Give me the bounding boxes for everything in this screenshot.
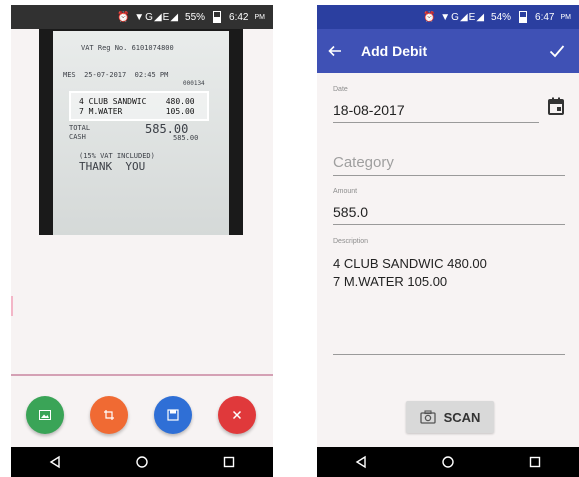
status-icons: ⏰ ▼G◢E◢	[117, 11, 180, 23]
add-debit-screen: ⏰ ▼G◢E◢ 54% 6:47 PM Add Debit Date 18-08…	[317, 5, 579, 477]
back-triangle-icon	[49, 455, 60, 469]
arrow-left-icon	[328, 45, 341, 57]
battery-percent: 55%	[185, 11, 206, 23]
recents-square-icon	[530, 456, 541, 468]
status-time: 6:47	[535, 11, 555, 23]
status-bar: ⏰ ▼G◢E◢ 55% 6:42 PM	[11, 5, 273, 29]
category-field[interactable]: Category	[333, 154, 394, 171]
status-ampm: PM	[560, 13, 572, 21]
battery-icon	[519, 11, 528, 23]
nav-back-button[interactable]	[45, 452, 65, 472]
back-triangle-icon	[355, 455, 366, 469]
status-icons: ⏰ ▼G◢E◢	[423, 11, 486, 23]
date-picker-button[interactable]	[546, 95, 566, 117]
receipt-paper: VAT Reg No. 6101074800 MES 25-07-2017 02…	[53, 31, 229, 235]
save-icon	[167, 409, 179, 421]
calendar-icon	[548, 97, 564, 115]
gallery-icon	[39, 410, 51, 420]
nav-recents-button[interactable]	[219, 452, 239, 472]
text-cursor	[11, 296, 13, 316]
description-line: 4 CLUB SANDWIC 480.00	[333, 256, 487, 271]
receipt-line: MES 25-07-2017 02:45 PM	[63, 71, 169, 79]
scan-screen: ⏰ ▼G◢E◢ 55% 6:42 PM VAT Reg No. 61010748…	[11, 5, 273, 477]
amount-underline	[333, 224, 565, 225]
check-icon	[549, 45, 565, 58]
status-ampm: PM	[254, 13, 266, 21]
receipt-line: 000134	[183, 80, 205, 87]
back-button[interactable]	[317, 29, 353, 73]
receipt-line: 585.00	[173, 134, 199, 142]
save-button[interactable]	[154, 396, 192, 434]
system-nav-bar	[317, 447, 579, 477]
confirm-button[interactable]	[543, 29, 571, 73]
close-icon	[232, 410, 242, 420]
battery-icon	[213, 11, 222, 23]
amount-label: Amount	[333, 188, 358, 195]
recents-square-icon	[224, 456, 235, 468]
home-circle-icon	[442, 456, 454, 468]
app-bar: Add Debit	[317, 29, 579, 73]
ocr-line: 7 M.WATER 105.00	[79, 107, 195, 116]
page-title: Add Debit	[361, 43, 428, 59]
ocr-line: 4 CLUB SANDWIC 480.00	[79, 97, 195, 106]
crop-button[interactable]	[90, 396, 128, 434]
ocr-selection-box[interactable]: 4 CLUB SANDWIC 480.00 7 M.WATER 105.00	[69, 91, 209, 121]
date-field[interactable]: 18-08-2017	[333, 102, 405, 118]
scan-button[interactable]: SCAN	[406, 401, 494, 433]
status-time: 6:42	[229, 11, 249, 23]
description-line: 7 M.WATER 105.00	[333, 274, 448, 289]
receipt-image[interactable]: VAT Reg No. 6101074800 MES 25-07-2017 02…	[39, 29, 243, 235]
gallery-button[interactable]	[26, 396, 64, 434]
date-underline	[333, 122, 539, 123]
input-underline	[11, 374, 273, 376]
description-label: Description	[333, 238, 369, 245]
discard-button[interactable]	[218, 396, 256, 434]
receipt-line: VAT Reg No. 6101074800	[81, 44, 174, 52]
date-label: Date	[333, 86, 348, 93]
receipt-line: (15% VAT INCLUDED)	[79, 152, 155, 160]
description-underline	[333, 354, 565, 355]
receipt-line: THANK YOU	[79, 160, 146, 173]
crop-icon	[104, 410, 114, 420]
camera-icon	[419, 410, 436, 424]
home-circle-icon	[136, 456, 148, 468]
status-bar: ⏰ ▼G◢E◢ 54% 6:47 PM	[317, 5, 579, 29]
category-underline	[333, 175, 565, 176]
nav-home-button[interactable]	[438, 452, 458, 472]
nav-back-button[interactable]	[351, 452, 371, 472]
nav-recents-button[interactable]	[525, 452, 545, 472]
amount-field[interactable]: 585.0	[333, 204, 368, 220]
battery-percent: 54%	[491, 11, 512, 23]
scan-label: SCAN	[443, 409, 481, 425]
system-nav-bar	[11, 447, 273, 477]
nav-home-button[interactable]	[132, 452, 152, 472]
